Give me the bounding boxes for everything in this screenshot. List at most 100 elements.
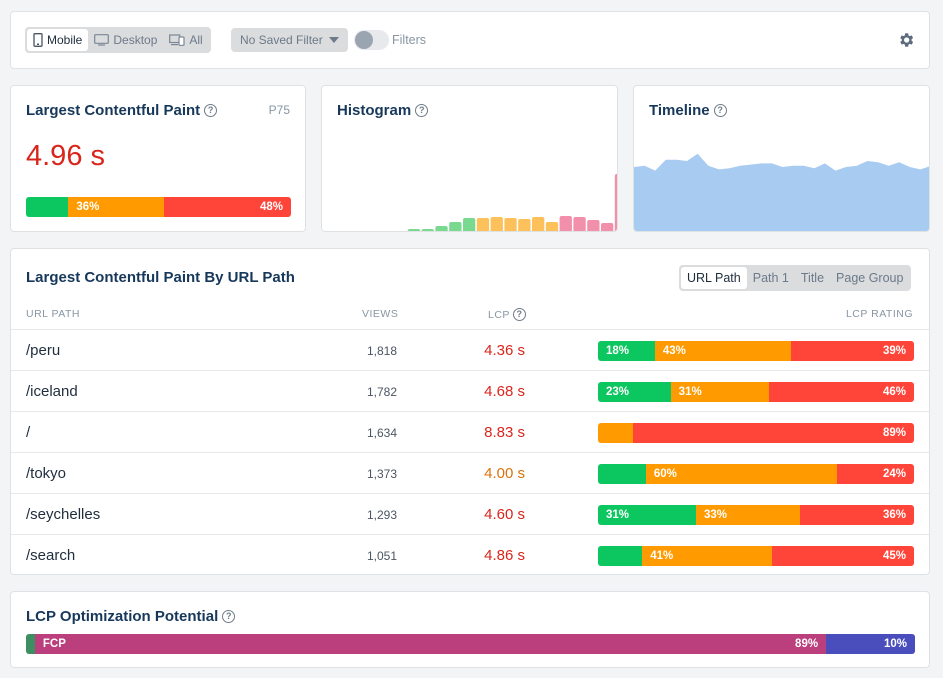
rating-good-segment (598, 464, 646, 484)
segment-rest[interactable]: 10% (826, 634, 915, 654)
column-header-text: VIEWS (362, 308, 399, 320)
rating-poor-segment: 39% (790, 341, 914, 361)
saved-filter-dropdown[interactable]: No Saved Filter (231, 28, 348, 52)
device-option-desktop[interactable]: Desktop (88, 29, 163, 51)
segment-fcp-pct: 89% (795, 638, 819, 650)
caret-down-icon (328, 37, 339, 43)
help-icon[interactable]: ? (222, 610, 236, 623)
help-icon[interactable]: ? (415, 104, 429, 117)
lcp-rating-bar: 41% 45% (598, 546, 914, 566)
views-count: 1,634 (366, 426, 397, 440)
segment-fcp-label: FCP (42, 638, 66, 650)
histogram-bar[interactable] (601, 223, 614, 232)
timeline-area[interactable] (634, 153, 930, 232)
mobile-icon (33, 33, 43, 47)
help-icon[interactable]: ? (204, 104, 218, 117)
table-row[interactable]: /search 1,051 4.86 s 41% 45% (11, 534, 929, 575)
group-option-path-1[interactable]: Path 1 (747, 267, 795, 289)
group-by-selector: URL Path Path 1 Title Page Group (679, 265, 912, 291)
histogram-bar[interactable] (559, 216, 572, 232)
device-option-all[interactable]: All (163, 29, 208, 51)
lcp-metric-card: Largest Contentful Paint ? P75 4.96 s 36… (10, 85, 306, 232)
column-header-text: URL PATH (26, 308, 80, 320)
column-header-views[interactable]: VIEWS (362, 308, 398, 320)
views-count: 1,782 (366, 385, 397, 399)
group-option-page-group[interactable]: Page Group (830, 267, 909, 289)
lcp-value: 4.60 s (484, 506, 525, 523)
toggle-knob (355, 31, 373, 49)
table-row[interactable]: /tokyo 1,373 4.00 s 60% 24% (11, 452, 929, 493)
lcp-value: 4.36 s (484, 342, 525, 359)
histogram-bar[interactable] (407, 229, 421, 232)
optimization-title: LCP Optimization Potential ? (26, 608, 236, 625)
device-selector: Mobile Desktop All (25, 27, 211, 53)
histogram-bar[interactable] (587, 220, 600, 232)
histogram-card: Histogram ? (321, 85, 618, 232)
histogram-bar[interactable] (421, 229, 434, 232)
table-row[interactable]: / 1,634 8.83 s 89% (11, 411, 929, 452)
lcp-value: 8.83 s (484, 424, 525, 441)
histogram-bar[interactable] (490, 217, 503, 232)
histogram-bar[interactable] (614, 174, 618, 232)
table-row[interactable]: /seychelles 1,293 4.60 s 31% 33% 36% (11, 493, 929, 534)
rating-ni-segment: 43% (654, 341, 791, 361)
lcp-by-url-table-card: Largest Contentful Paint By URL Path URL… (10, 248, 930, 575)
histogram-title: Histogram ? (337, 102, 429, 119)
lcp-value: 4.00 s (484, 465, 525, 482)
histogram-bar[interactable] (449, 222, 462, 232)
rating-poor-segment: 24% (837, 464, 914, 484)
lcp-value: 4.68 s (484, 383, 525, 400)
group-option-title[interactable]: Title (795, 267, 830, 289)
url-path: /seychelles (26, 506, 101, 523)
lcp-rating-bar: 89% (598, 423, 914, 443)
filters-toggle[interactable] (354, 30, 389, 50)
column-header-text: LCP RATING (845, 308, 913, 320)
column-header-lcp-rating[interactable]: LCP RATING (846, 308, 913, 320)
histogram-bar[interactable] (532, 217, 545, 232)
filter-bar: Mobile Desktop All No Saved Filter Filte… (10, 11, 930, 69)
histogram-bar[interactable] (545, 222, 559, 232)
rating-poor-segment: 48% (163, 197, 291, 217)
rating-ni-segment: 31% (670, 382, 769, 402)
rating-poor-segment: 89% (632, 423, 914, 443)
histogram-bar[interactable] (518, 219, 531, 232)
histogram-bar[interactable] (394, 231, 406, 232)
rating-ni-segment: 60% (645, 464, 838, 484)
table-row[interactable]: /peru 1,818 4.36 s 18% 43% 39% (11, 329, 929, 370)
gear-icon[interactable] (897, 31, 915, 49)
percentile-label: P75 (268, 103, 290, 117)
lcp-optimization-card: LCP Optimization Potential ? FCP 89% 10% (10, 591, 930, 668)
help-icon[interactable]: ? (512, 308, 526, 321)
segment-ttfb[interactable] (26, 634, 35, 654)
filters-label: Filters (392, 33, 427, 47)
table-row[interactable]: /iceland 1,782 4.68 s 23% 31% 46% (11, 370, 929, 411)
group-option-url-path[interactable]: URL Path (681, 267, 747, 289)
rating-good-segment: 31% (598, 505, 696, 525)
timeline-card: Timeline ? (633, 85, 930, 232)
histogram-bar[interactable] (435, 226, 448, 232)
rating-ni-segment (598, 423, 633, 443)
views-count: 1,051 (366, 549, 397, 563)
histogram-bar[interactable] (573, 217, 586, 232)
help-icon[interactable]: ? (713, 104, 727, 117)
histogram-bar[interactable] (476, 218, 490, 232)
device-option-label: Desktop (113, 33, 158, 47)
segment-fcp[interactable]: FCP 89% (34, 634, 827, 654)
histogram-bar[interactable] (463, 218, 476, 232)
column-header-text: LCP (488, 308, 510, 321)
lcp-rating-bar: 31% 33% 36% (598, 505, 914, 525)
all-devices-icon (169, 34, 185, 46)
url-path: /tokyo (26, 465, 67, 482)
rating-good-segment: 23% (598, 382, 671, 402)
lcp-value: 4.96 s (26, 140, 105, 172)
histogram-bar[interactable] (504, 218, 517, 232)
column-header-lcp[interactable]: LCP? (488, 308, 526, 321)
rating-good-segment (598, 546, 643, 566)
column-header-url-path[interactable]: URL PATH (26, 308, 80, 320)
lcp-title-text: Largest Contentful Paint (26, 102, 201, 119)
timeline-title: Timeline ? (649, 102, 727, 119)
rating-good-segment: 18% (598, 341, 655, 361)
lcp-rating-bar: 23% 31% 46% (598, 382, 914, 402)
device-option-mobile[interactable]: Mobile (27, 29, 89, 51)
lcp-card-title: Largest Contentful Paint ? (26, 102, 218, 119)
